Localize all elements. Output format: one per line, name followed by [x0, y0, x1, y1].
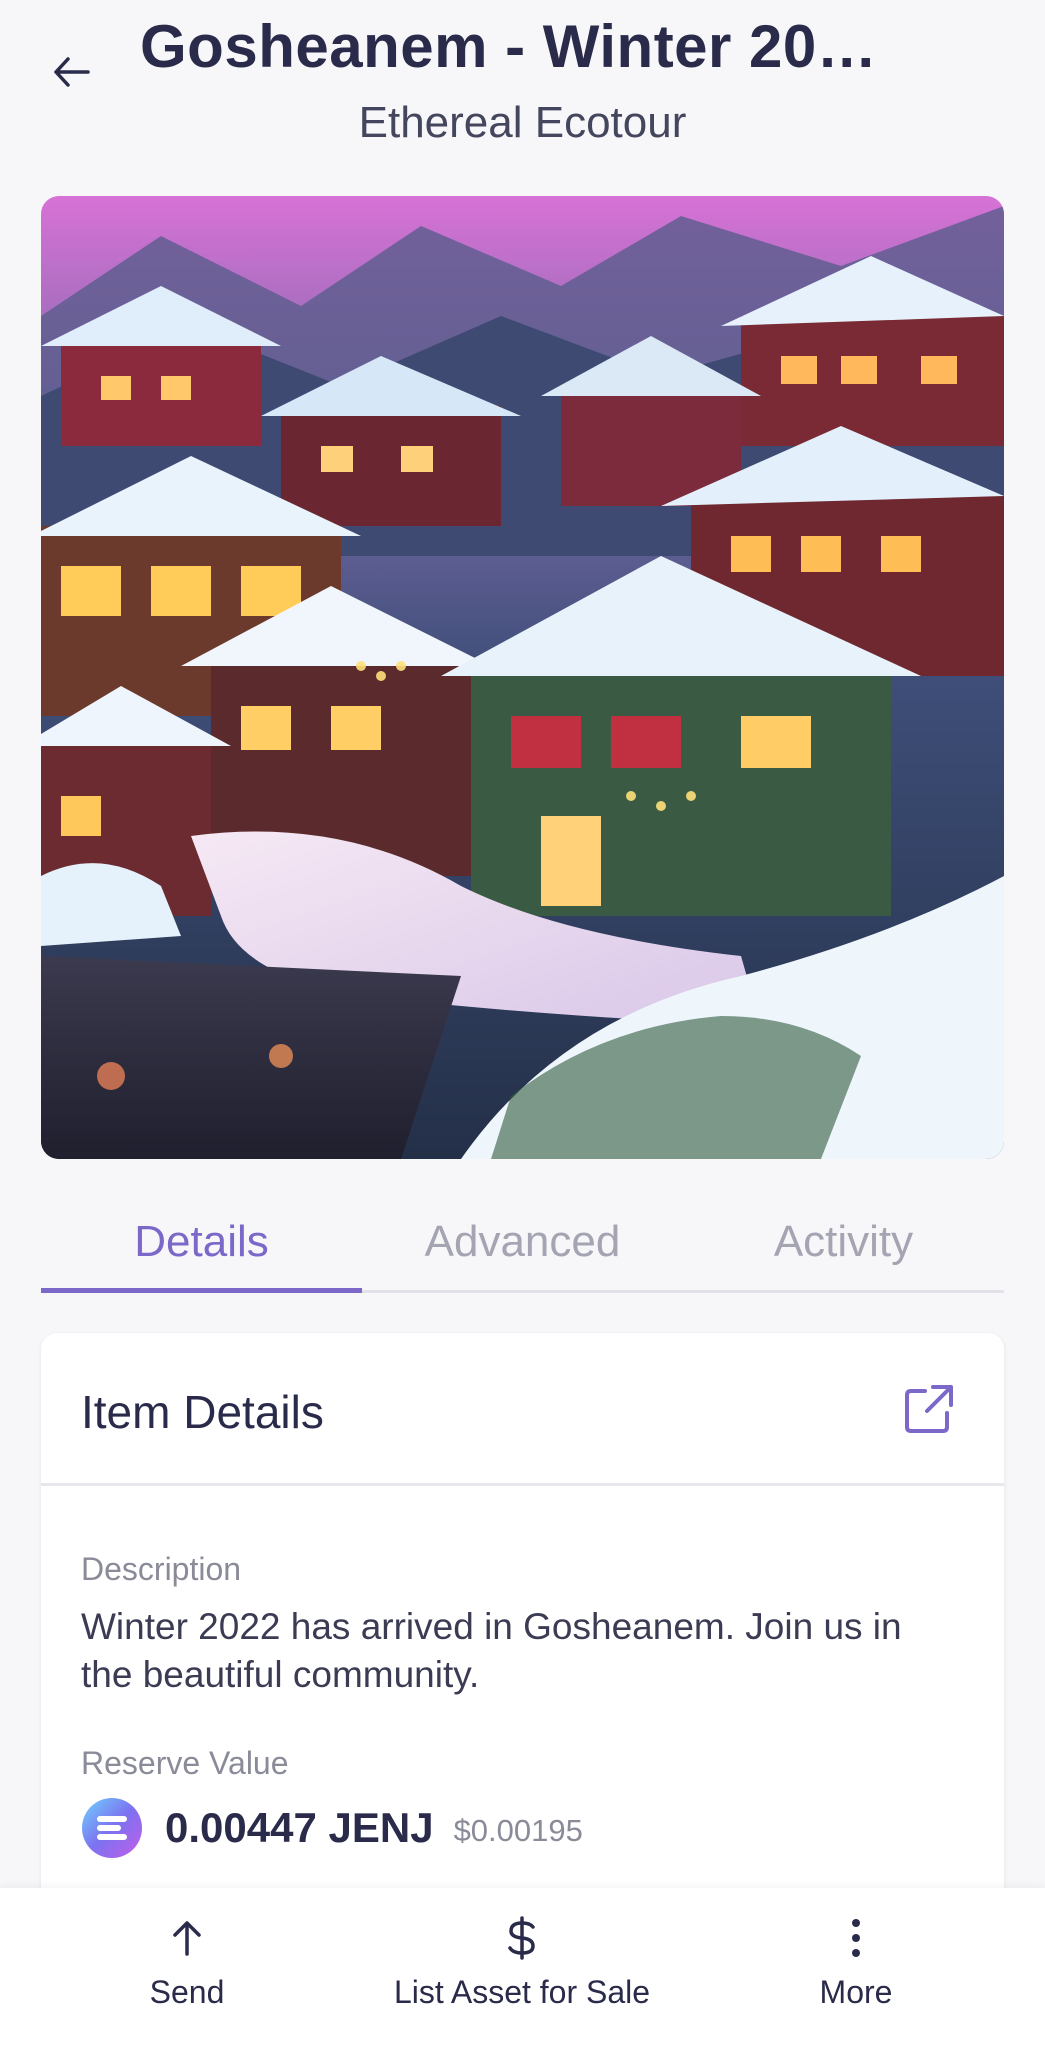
- collection-name: Ethereal Ecotour: [358, 98, 687, 147]
- more-label: More: [819, 1974, 893, 2010]
- reserve-value-row: 0.00447 JENJ $0.00195: [81, 1793, 583, 1863]
- bottom-action-bar: Send List Asset for Sale More: [0, 1888, 1045, 2048]
- item-detail-screen: Gosheanem - Winter 20… Ethereal Ecotour: [0, 0, 1045, 2048]
- description-text: Winter 2022 has arrived in Gosheanem. Jo…: [81, 1606, 902, 1695]
- arrow-left-icon: [54, 57, 90, 87]
- reserve-value-label: Reserve Value: [81, 1745, 289, 1781]
- send-button[interactable]: Send: [137, 1910, 237, 2030]
- reserve-usd-value: $0.00195: [453, 1813, 583, 1848]
- active-tab-indicator: [41, 1288, 362, 1293]
- list-asset-label: List Asset for Sale: [393, 1974, 651, 2010]
- detail-tabs: Details Advanced Activity: [41, 1195, 1004, 1293]
- back-button[interactable]: [40, 40, 104, 104]
- page-title: Gosheanem - Winter 20…: [140, 13, 878, 80]
- tab-details[interactable]: Details: [41, 1195, 362, 1289]
- tab-advanced[interactable]: Advanced: [362, 1195, 683, 1289]
- description-label: Description: [81, 1551, 242, 1587]
- vertical-dots-icon: [852, 1919, 860, 1957]
- card-header: Item Details: [41, 1333, 1004, 1486]
- nft-image[interactable]: [41, 196, 1004, 1159]
- tab-activity[interactable]: Activity: [683, 1195, 1004, 1289]
- send-label: Send: [149, 1974, 225, 2010]
- arrow-up-icon: [173, 1921, 201, 1956]
- header: Gosheanem - Winter 20… Ethereal Ecotour: [0, 0, 1045, 170]
- more-button[interactable]: More: [806, 1910, 906, 2030]
- card-title: Item Details: [81, 1386, 324, 1438]
- open-external-button[interactable]: [901, 1381, 957, 1437]
- dollar-icon: [508, 1916, 535, 1960]
- reserve-value: 0.00447 JENJ: [165, 1804, 434, 1851]
- external-link-icon: [905, 1385, 953, 1433]
- list-asset-for-sale-button[interactable]: List Asset for Sale: [372, 1910, 672, 2030]
- winter-village-artwork: [41, 196, 1004, 1159]
- enj-token-icon: [82, 1798, 142, 1858]
